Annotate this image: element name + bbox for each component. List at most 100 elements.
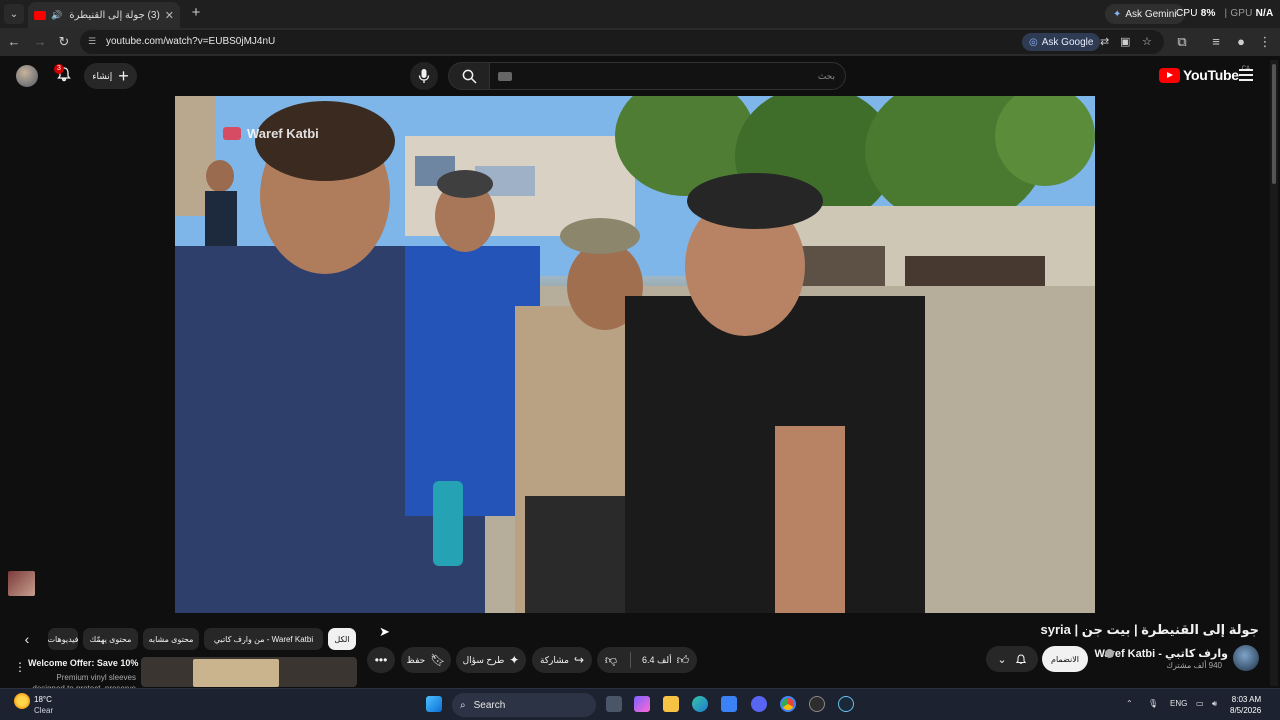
volume-icon[interactable]: 🔊︎: [1212, 699, 1217, 709]
chip-all[interactable]: الكل: [328, 628, 356, 650]
ask-button[interactable]: طرح سؤال ✦: [456, 647, 526, 673]
copilot-icon[interactable]: [634, 696, 650, 712]
tray-overflow-icon[interactable]: ⌃: [1126, 699, 1133, 708]
browser-menu-icon[interactable]: ⋮: [1257, 34, 1273, 50]
more-horizontal-icon: •••: [374, 653, 388, 667]
guide-menu-icon[interactable]: [1239, 69, 1253, 84]
youtube-logo[interactable]: YouTube CA: [1159, 66, 1250, 83]
save-button[interactable]: حفظ 🔖︎: [401, 647, 451, 673]
miniplayer-thumbnail[interactable]: [8, 571, 35, 596]
gpu-value: N/A: [1255, 8, 1274, 19]
weather-condition[interactable]: Clear: [34, 706, 53, 715]
tab-title: (3) جولة إلى القنيطرة | بيت ...: [67, 9, 160, 21]
mouse-cursor-icon: ➤: [379, 624, 390, 639]
new-tab-button[interactable]: +: [188, 5, 204, 21]
taskbar-search[interactable]: ⌕ Search: [452, 693, 596, 717]
create-label: إنشاء: [92, 70, 113, 81]
chip-recommended[interactable]: محتوى يهمّك: [83, 628, 138, 650]
omnibox[interactable]: ☰ youtube.com/watch?v=EUBS0jMJ4nU ◎ Ask …: [80, 30, 1164, 54]
chip-videos[interactable]: فيديوهات: [48, 628, 78, 650]
mail-icon[interactable]: [721, 696, 737, 712]
gemini-sparkle-icon: ✦: [1113, 8, 1122, 20]
youtube-play-icon: [1159, 67, 1180, 83]
site-info-icon[interactable]: ☰: [88, 36, 96, 47]
taskbar-clock[interactable]: 8:03 AM 8/5/2026: [1230, 694, 1261, 716]
reload-icon[interactable]: ↻: [56, 34, 72, 50]
video-frame: [175, 96, 1095, 613]
search-icon: [462, 69, 477, 84]
tab-search-button[interactable]: ⌄: [4, 4, 24, 24]
dislike-icon[interactable]: 👎︎: [605, 653, 617, 668]
profile-avatar-icon[interactable]: ●: [1233, 34, 1249, 50]
create-button[interactable]: إنشاء +: [84, 63, 137, 89]
chip-from-channel[interactable]: من وارف كاتبي - Waref Katbi: [204, 628, 323, 650]
audio-playing-icon[interactable]: 🔊: [51, 10, 62, 21]
ask-label: طرح سؤال: [462, 654, 505, 665]
address-bar-row: ← → ↻ ☰ youtube.com/watch?v=EUBS0jMJ4nU …: [0, 28, 1280, 56]
verified-check-icon: [1105, 649, 1114, 658]
windows-taskbar: 18°C Clear ⌕ Search ⌃ 🎙︎ ENG ▭ 🔊︎ 8:03 A…: [0, 688, 1280, 720]
account-avatar[interactable]: [16, 65, 38, 87]
like-icon[interactable]: 👍︎: [677, 653, 690, 668]
chips-scroll-left-icon[interactable]: ‹: [18, 630, 36, 648]
windows-start-icon[interactable]: [426, 696, 442, 712]
like-count[interactable]: 6.4 ألف: [642, 655, 672, 666]
cpu-value: 8%: [1200, 8, 1216, 19]
edge-browser-icon[interactable]: [692, 696, 708, 712]
url-text[interactable]: youtube.com/watch?v=EUBS0jMJ4nU: [106, 36, 275, 47]
clock-date: 8/5/2026: [1230, 706, 1262, 715]
ad-thumbnail[interactable]: [141, 657, 357, 687]
share-button[interactable]: مشاركة ↪: [532, 647, 592, 673]
channel-name[interactable]: وارف كاتبي - Waref Katbi: [1094, 647, 1228, 660]
share-icon: ↪: [574, 653, 585, 667]
extensions-icon[interactable]: ⧉: [1174, 34, 1190, 50]
search-input[interactable]: بحث: [489, 62, 846, 90]
network-icon[interactable]: ▭: [1196, 699, 1204, 708]
youtube-favicon-icon: [34, 10, 46, 20]
keyboard-icon[interactable]: [498, 72, 512, 81]
weather-temperature[interactable]: 18°C: [34, 695, 52, 704]
bookmark-icon: 🔖︎: [430, 653, 446, 667]
subscribed-button[interactable]: ⌄: [986, 646, 1038, 672]
tab-groups-icon[interactable]: ≡: [1208, 34, 1224, 50]
chrome-icon[interactable]: [780, 696, 796, 712]
taskbar-search-label: Search: [473, 699, 506, 711]
divider: [630, 652, 632, 668]
search-button[interactable]: [448, 62, 490, 90]
microphone-tray-icon[interactable]: 🎙︎: [1148, 699, 1158, 708]
scrollbar-thumb[interactable]: [1272, 64, 1276, 184]
more-actions-button[interactable]: •••: [367, 647, 395, 673]
bookmark-star-icon[interactable]: ☆: [1142, 35, 1152, 48]
channel-avatar[interactable]: [1233, 645, 1259, 671]
forward-arrow-icon[interactable]: →: [32, 34, 48, 50]
video-player[interactable]: Waref Katbi: [175, 96, 1095, 613]
plus-icon: +: [118, 66, 129, 86]
search-placeholder: بحث: [817, 71, 835, 81]
file-explorer-icon[interactable]: [663, 696, 679, 712]
ask-google-button[interactable]: ◎ Ask Google: [1022, 33, 1101, 51]
chip-related[interactable]: محتوى مشابه: [143, 628, 199, 650]
steam-icon[interactable]: [838, 696, 854, 712]
voice-search-mic-icon[interactable]: [410, 62, 438, 90]
subscriber-count: 940 ألف مشترك: [1166, 661, 1222, 670]
share-label: مشاركة: [539, 654, 569, 665]
back-arrow-icon[interactable]: ←: [6, 34, 22, 50]
chevron-down-icon: ⌄: [997, 653, 1007, 666]
ad-title[interactable]: Welcome Offer: Save 10%: [28, 658, 138, 668]
ad-menu-icon[interactable]: ⋮: [14, 660, 26, 674]
install-app-icon[interactable]: ▣: [1120, 35, 1130, 48]
weather-sun-icon[interactable]: [14, 693, 30, 709]
discord-icon[interactable]: [751, 696, 767, 712]
browser-tab-active[interactable]: 🔊 (3) جولة إلى القنيطرة | بيت ... ✕: [28, 2, 180, 28]
join-button[interactable]: الانضمام: [1042, 646, 1088, 672]
close-tab-icon[interactable]: ✕: [165, 9, 174, 22]
github-icon[interactable]: [809, 696, 825, 712]
ask-gemini-button[interactable]: ✦ Ask Gemini: [1105, 4, 1185, 24]
language-indicator[interactable]: ENG: [1170, 699, 1187, 708]
channel-watermark: Waref Katbi: [223, 126, 319, 141]
bell-icon: [1015, 653, 1026, 664]
save-label: حفظ: [406, 654, 426, 665]
cpu-meter: CPU 8% | GPU N/A: [1176, 8, 1273, 19]
translate-icon[interactable]: ⇄: [1100, 35, 1109, 48]
task-view-icon[interactable]: [606, 696, 622, 712]
